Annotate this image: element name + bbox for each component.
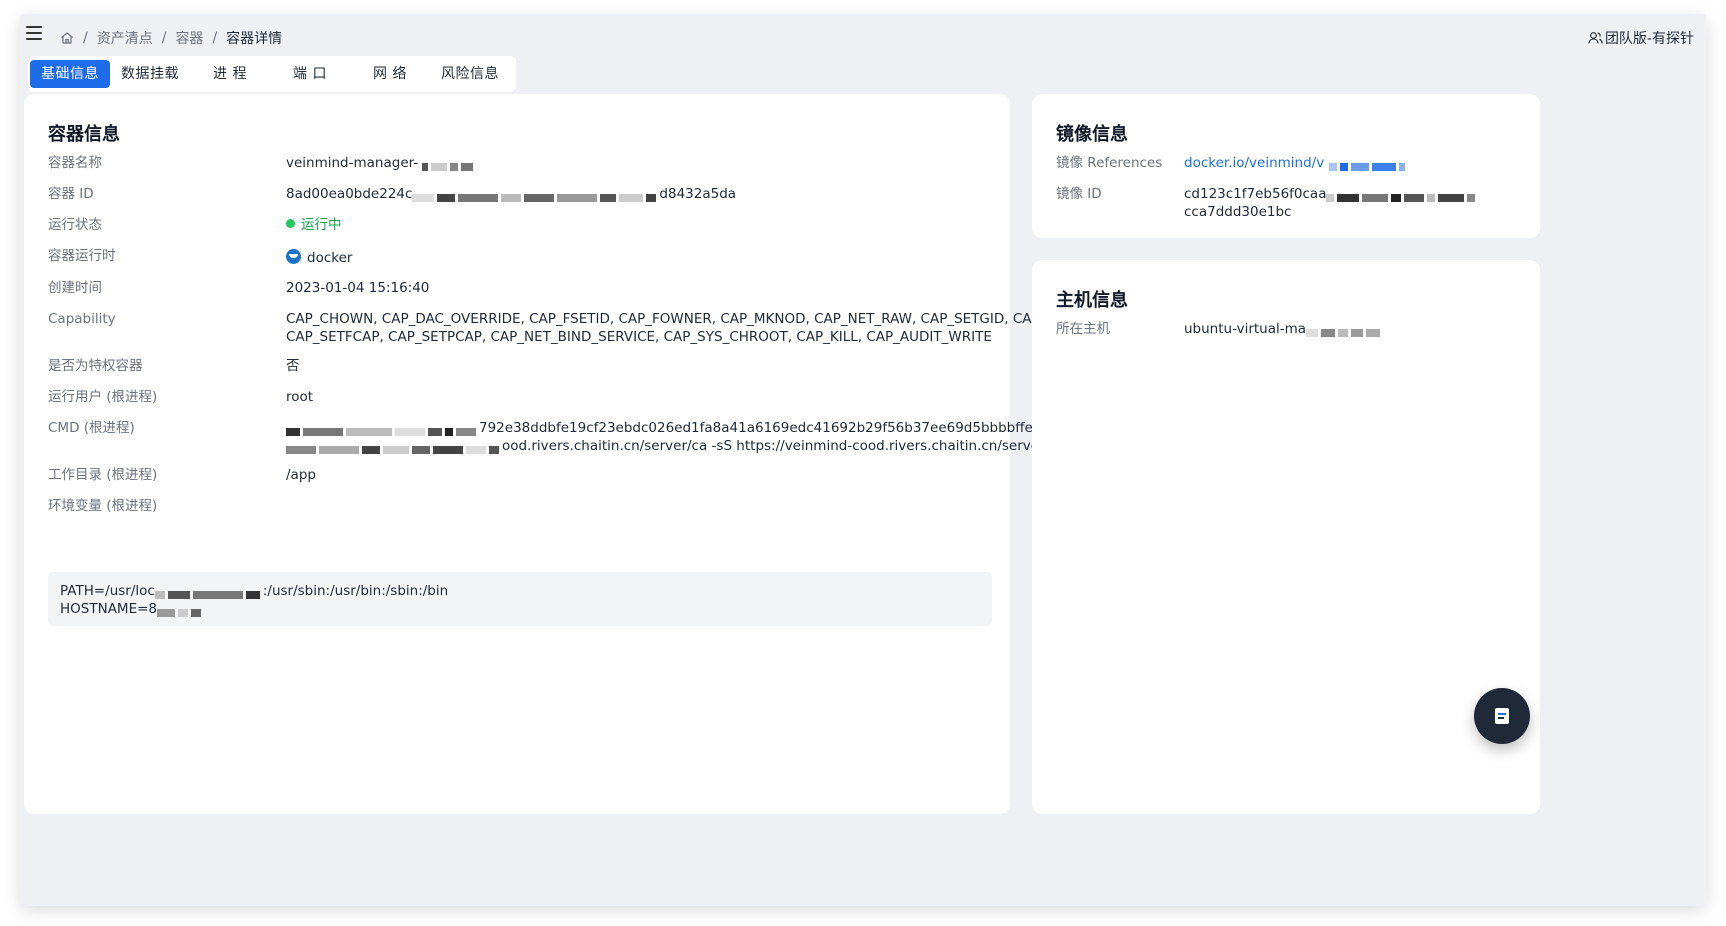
field-label: 创建时间: [48, 280, 102, 296]
field-label: 容器 ID: [48, 186, 94, 202]
status-text: 运行中: [301, 217, 342, 233]
runtime-value: docker: [307, 250, 353, 266]
breadcrumb-containers[interactable]: 容器: [175, 28, 203, 48]
breadcrumb-separator: /: [161, 30, 167, 46]
run-user-value: root: [286, 389, 314, 405]
host-name-value[interactable]: ubuntu-virtual-ma: [1184, 321, 1306, 337]
field-image-id: 镜像 ID cd123c1f7eb56f0caa cca7ddd30e1bc: [1056, 185, 1526, 221]
field-value: CAP_CHOWN, CAP_DAC_OVERRIDE, CAP_FSETID,…: [286, 310, 1101, 346]
env-line-suffix: :/usr/sbin:/usr/bin:/sbin:/bin: [262, 583, 449, 599]
breadcrumb-assets[interactable]: 资产清点: [97, 28, 153, 48]
home-icon[interactable]: [60, 31, 74, 45]
field-value[interactable]: docker.io/veinmind/v: [1184, 154, 1408, 172]
field-label: 工作目录 (根进程): [48, 467, 158, 483]
status-badge: 运行中: [286, 216, 342, 234]
field-label: 镜像 ID: [1056, 186, 1102, 202]
container-info-title: 容器信息: [48, 124, 120, 145]
container-name-value: veinmind-manager-: [286, 155, 419, 171]
field-label: Capability: [48, 311, 116, 327]
container-id-suffix: d8432a5da: [659, 186, 737, 202]
breadcrumb: / 资产清点 / 容器 / 容器详情: [60, 28, 282, 48]
floating-doc-button[interactable]: [1474, 688, 1530, 744]
tab-basic-info[interactable]: 基础信息: [30, 60, 110, 88]
field-label: 所在主机: [1056, 321, 1110, 337]
field-label: 环境变量 (根进程): [48, 498, 158, 514]
tab-data-mounts[interactable]: 数据挂载: [110, 60, 190, 88]
field-value: veinmind-manager-: [286, 154, 476, 172]
image-id-line: cd123c1f7eb56f0caa: [1184, 186, 1327, 202]
tab-network[interactable]: 网 络: [350, 60, 430, 88]
redacted-mask: [1306, 324, 1383, 337]
image-id-line: cca7ddd30e1bc: [1184, 204, 1292, 220]
status-dot-icon: [286, 219, 295, 228]
container-id-prefix: 8ad00ea0bde224c: [286, 186, 413, 202]
host-info-card: 主机信息 所在主机 ubuntu-virtual-ma: [1032, 260, 1540, 814]
redacted-mask: [412, 189, 659, 202]
workdir-value: /app: [286, 467, 316, 483]
field-value[interactable]: ubuntu-virtual-ma: [1184, 320, 1383, 338]
menu-icon[interactable]: [26, 26, 42, 40]
app-window: / 资产清点 / 容器 / 容器详情 团队版-有探针 基础信息 数据挂载 进 程…: [20, 14, 1706, 906]
field-value: 792e38ddbfe19cf23ebdc026ed1fa8a41a6169ed…: [286, 419, 1069, 455]
field-capability: Capability CAP_CHOWN, CAP_DAC_OVERRIDE, …: [48, 310, 1100, 346]
container-info-card: 容器信息 容器名称 veinmind-manager- 容器 ID 8ad00e…: [24, 94, 1100, 814]
redacted-mask: [1328, 158, 1408, 171]
docker-icon: [286, 249, 301, 264]
image-info-title: 镜像信息: [1056, 124, 1128, 145]
image-info-card: 镜像信息 镜像 References docker.io/veinmind/v …: [1032, 94, 1540, 238]
field-label: 是否为特权容器: [48, 358, 143, 374]
redacted-mask: [154, 586, 263, 599]
env-line: HOSTNAME=8: [60, 601, 158, 617]
breadcrumb-separator: /: [212, 30, 218, 46]
top-bar: / 资产清点 / 容器 / 容器详情 团队版-有探针: [20, 14, 1706, 62]
redacted-mask: [157, 604, 204, 617]
field-cmd: CMD (根进程) 792e38ddbfe19cf23ebdc026ed1fa8…: [48, 419, 1069, 455]
breadcrumb-current: 容器详情: [226, 31, 283, 47]
field-label: 运行状态: [48, 217, 102, 233]
host-info-title: 主机信息: [1056, 290, 1128, 311]
user-group-icon: [1588, 32, 1603, 44]
redacted-mask: [1326, 189, 1478, 202]
field-label: CMD (根进程): [48, 420, 135, 436]
field-label: 镜像 References: [1056, 155, 1163, 171]
document-icon: [1495, 708, 1509, 724]
breadcrumb-separator: /: [83, 30, 88, 46]
team-label: 团队版-有探针: [1604, 31, 1694, 47]
capability-line: CAP_CHOWN, CAP_DAC_OVERRIDE, CAP_FSETID,…: [286, 311, 1101, 327]
redacted-mask: [286, 423, 479, 436]
created-time-value: 2023-01-04 15:16:40: [286, 280, 430, 296]
cmd-line: ood.rivers.chaitin.cn/server/ca -sS http…: [502, 438, 1069, 454]
cmd-line: 792e38ddbfe19cf23ebdc026ed1fa8a41a6169ed…: [479, 420, 1068, 436]
field-value: docker: [286, 249, 352, 267]
tab-ports[interactable]: 端 口: [270, 60, 350, 88]
tab-risk-info[interactable]: 风险信息: [430, 60, 510, 88]
team-switcher[interactable]: 团队版-有探针: [1588, 28, 1694, 48]
field-label: 容器名称: [48, 155, 102, 171]
env-variables-box: PATH=/usr/loc :/usr/sbin:/usr/bin:/sbin:/…: [48, 572, 992, 626]
field-label: 容器运行时: [48, 248, 116, 264]
detail-tabs: 基础信息 数据挂载 进 程 端 口 网 络 风险信息: [28, 56, 516, 92]
env-line: PATH=/usr/loc: [60, 583, 155, 599]
image-reference-link[interactable]: docker.io/veinmind/v: [1184, 155, 1324, 171]
field-label: 运行用户 (根进程): [48, 389, 158, 405]
capability-line: CAP_SETFCAP, CAP_SETPCAP, CAP_NET_BIND_S…: [286, 329, 992, 345]
field-value: 8ad00ea0bde224c d8432a5da: [286, 185, 736, 203]
redacted-mask: [422, 158, 476, 171]
field-value: cd123c1f7eb56f0caa cca7ddd30e1bc: [1184, 185, 1478, 221]
tab-processes[interactable]: 进 程: [190, 60, 270, 88]
privileged-value: 否: [286, 358, 300, 374]
redacted-mask: [286, 441, 502, 454]
